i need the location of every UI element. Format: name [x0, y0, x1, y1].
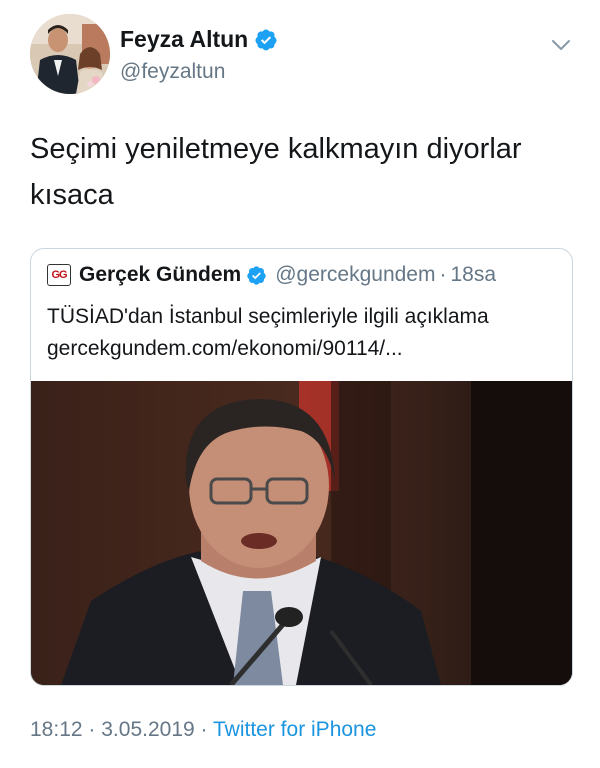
quoted-separator: · [439, 263, 447, 286]
meta-separator: · [88, 718, 96, 741]
verified-badge-icon [255, 29, 277, 50]
quoted-tweet-text: TÜSİAD'dan İstanbul seçimleriyle ilgili … [47, 301, 562, 365]
verified-badge-icon [247, 265, 266, 285]
author-display-name[interactable]: Feyza Altun [120, 26, 248, 53]
quoted-text-line: TÜSİAD'dan İstanbul seçimleriyle ilgili … [47, 305, 489, 328]
quoted-tweet-card[interactable]: GG Gerçek Gündem @gercekgundem · 18sa TÜ… [30, 248, 573, 686]
quoted-link[interactable]: gercekgundem.com/ekonomi/90114/... [47, 333, 562, 365]
author-name-row: Feyza Altun [120, 26, 278, 53]
tweet-source-link[interactable]: Twitter for iPhone [213, 718, 376, 741]
meta-separator: · [200, 718, 208, 741]
quoted-timestamp[interactable]: 18sa [450, 263, 496, 287]
quoted-author-name[interactable]: Gerçek Gündem [79, 263, 241, 287]
tweet-container: Feyza Altun @feyzaltun Seçimi yeniletmey… [0, 0, 600, 768]
tweet-text-line-1: Seçimi yeniletmeye kalkmayın diyorlar [30, 133, 522, 165]
quoted-author-avatar[interactable]: GG [47, 264, 71, 286]
tweet-text: Seçimi yeniletmeye kalkmayın diyorlar kı… [30, 126, 575, 218]
quoted-tweet-header: GG Gerçek Gündem @gercekgundem · 18sa [47, 263, 496, 287]
tweet-date: 3.05.2019 [101, 718, 195, 741]
chevron-down-icon[interactable] [550, 34, 572, 56]
author-avatar[interactable] [30, 14, 110, 94]
tweet-meta: 18:12 · 3.05.2019 · Twitter for iPhone [30, 718, 376, 742]
quoted-tweet-image[interactable] [31, 381, 572, 685]
quoted-author-handle[interactable]: @gercekgundem [275, 263, 435, 287]
author-handle[interactable]: @feyzaltun [120, 60, 225, 84]
tweet-time: 18:12 [30, 718, 83, 741]
tweet-text-line-2: kısaca [30, 179, 114, 211]
